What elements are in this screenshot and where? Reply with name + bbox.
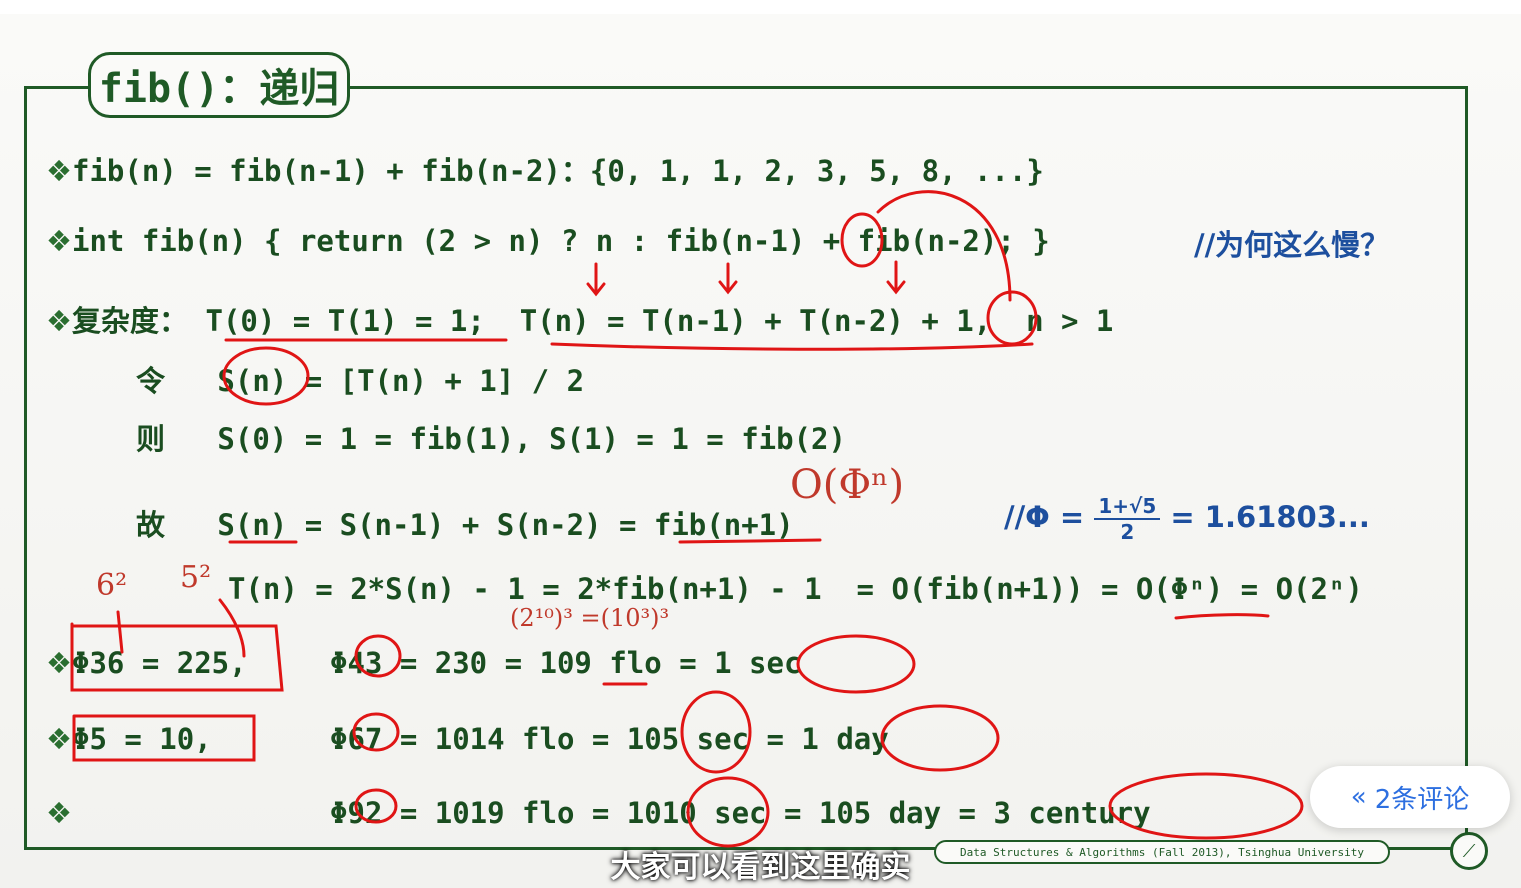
then-label: 则	[136, 422, 166, 456]
hence-line: 故 S(n) = S(n-1) + S(n-2) = fib(n+1)	[136, 502, 794, 544]
phi36-text: Φ36 = 225,	[72, 646, 247, 680]
phi92-line: ❖	[46, 796, 72, 830]
then-line: 则 S(0) = 1 = fib(1), S(1) = 1 = fib(2)	[136, 416, 846, 458]
fraction-numerator: 1+√5	[1094, 494, 1161, 520]
slow-comment: //为何这么慢？	[1194, 228, 1390, 262]
then-text: S(0) = 1 = fib(1), S(1) = 1 = fib(2)	[217, 422, 846, 456]
handwritten-six-squared: 6²	[96, 568, 128, 603]
double-chevron-left-icon: «	[1350, 782, 1367, 812]
complexity-label: 复杂度：	[72, 304, 189, 338]
complexity-line: ❖复杂度： T(0) = T(1) = 1; T(n) = T(n-1) + T…	[46, 298, 1113, 340]
top-bar	[0, 0, 1521, 14]
bullet-icon: ❖	[46, 154, 72, 188]
phi67-text: Φ67 = 1014 flo = 105 sec = 1 day	[330, 722, 889, 756]
bullet-icon: ❖	[46, 722, 72, 756]
phi43-text: Φ43 = 230 = 109 flo = 1 sec	[330, 646, 802, 680]
hence-label: 故	[136, 508, 166, 542]
phi-comment: //Φ = 1+√5 2 = 1.61803...	[1004, 494, 1370, 544]
phi-comment-prefix: //Φ =	[1004, 500, 1085, 534]
let-text: S(n) = [T(n) + 1] / 2	[217, 364, 585, 398]
video-subtitle: 大家可以看到这里确实	[610, 850, 911, 885]
phi36-line: ❖Φ36 = 225,	[46, 646, 247, 680]
comments-button[interactable]: « 2条评论	[1310, 766, 1510, 828]
let-line: 令 S(n) = [T(n) + 1] / 2	[136, 358, 584, 400]
bullet-icon: ❖	[46, 224, 72, 258]
handwritten-big-o: O(Φⁿ)	[790, 462, 905, 508]
slide-title: fib()：递归	[88, 52, 350, 118]
hence-text: S(n) = S(n-1) + S(n-2) = fib(n+1)	[217, 508, 794, 542]
handwritten-five-squared: 5²	[180, 560, 212, 595]
code-line: ❖int fib(n) { return (2 > n) ? n : fib(n…	[46, 224, 1050, 258]
let-label: 令	[136, 364, 166, 398]
bullet-icon: ❖	[46, 646, 72, 680]
recurrence-text: fib(n) = fib(n-1) + fib(n-2)：{0, 1, 1, 2…	[72, 154, 1044, 188]
recurrence-line: ❖fib(n) = fib(n-1) + fib(n-2)：{0, 1, 1, …	[46, 148, 1044, 190]
handwritten-power-note: (2¹⁰)³ =(10³)³	[510, 604, 670, 632]
t-of-n-line: T(n) = 2*S(n) - 1 = 2*fib(n+1) - 1 = O(f…	[228, 572, 1363, 606]
bullet-icon: ❖	[46, 796, 72, 830]
phi5-line: ❖Φ5 = 10,	[46, 722, 212, 756]
fraction-denominator: 2	[1120, 520, 1135, 544]
bullet-icon: ❖	[46, 304, 72, 338]
golden-ratio-fraction: 1+√5 2	[1094, 494, 1161, 544]
code-text: int fib(n) { return (2 > n) ? n : fib(n-…	[72, 224, 1050, 258]
complexity-text: T(0) = T(1) = 1; T(n) = T(n-1) + T(n-2) …	[205, 304, 1114, 338]
comments-label: 2条评论	[1374, 784, 1470, 815]
phi92-text: Φ92 = 1019 flo = 1010 sec = 105 day = 3 …	[330, 796, 1151, 830]
phi-comment-suffix: = 1.61803...	[1170, 500, 1370, 534]
phi5-text: Φ5 = 10,	[72, 722, 212, 756]
